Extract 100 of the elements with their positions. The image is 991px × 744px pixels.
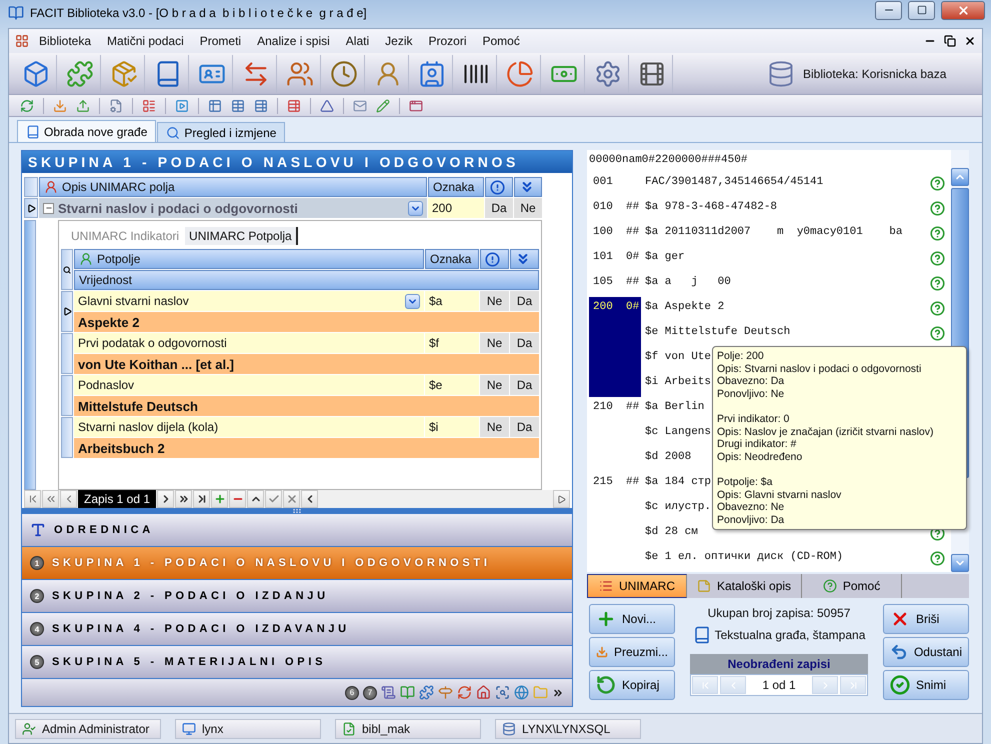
section-header[interactable]: ODREDNICA bbox=[22, 514, 572, 547]
tooltip-line: Opis: Glavni stvarni naslov bbox=[717, 488, 842, 501]
plus-icon bbox=[214, 493, 226, 505]
table-cell: Arbeitsbuch 2 bbox=[74, 438, 539, 458]
dropdown-button[interactable] bbox=[408, 200, 423, 216]
menu-item[interactable]: Prometi bbox=[194, 32, 248, 50]
menu-item[interactable]: Analize i spisi bbox=[251, 32, 336, 50]
minimize-button[interactable] bbox=[875, 0, 902, 20]
check-circle-icon bbox=[890, 675, 910, 695]
column-header[interactable] bbox=[514, 177, 542, 197]
status-item: Admin Administrator bbox=[15, 718, 161, 738]
tooltip-line: Opis: Neodređeno bbox=[717, 450, 804, 463]
close-icon bbox=[964, 35, 976, 47]
nav-button[interactable] bbox=[247, 490, 264, 508]
section-header[interactable]: 5 SKUPINA 5 - MATERIJALNI OPIS bbox=[22, 646, 572, 679]
field-tag: 200 0# bbox=[589, 297, 641, 397]
field-tag: 105 ## bbox=[589, 272, 641, 297]
section-header[interactable]: 4 SKUPINA 4 - PODACI O IZDAVANJU bbox=[22, 613, 572, 646]
scroll-right-button[interactable] bbox=[553, 490, 570, 508]
tab[interactable]: UNIMARC Indikatori bbox=[67, 227, 184, 245]
column-header[interactable] bbox=[480, 249, 509, 269]
subfield-text: $a Aspekte 2 bbox=[645, 301, 724, 313]
contact-card-icon bbox=[418, 60, 446, 88]
signpost-icon bbox=[438, 685, 453, 700]
status-item: bibl_mak bbox=[335, 718, 481, 738]
file-check-icon bbox=[342, 722, 356, 736]
nav-button[interactable] bbox=[193, 490, 210, 508]
menu-item[interactable]: Jezik bbox=[379, 32, 418, 50]
table-cell: Da bbox=[510, 333, 539, 353]
subfield-text: $a 978-3-468-47482-8 bbox=[645, 201, 778, 213]
menu-item[interactable]: Biblioteka bbox=[33, 32, 98, 50]
tab[interactable]: UNIMARC Potpolja bbox=[185, 227, 298, 245]
field-tag: 010 ## bbox=[589, 197, 641, 222]
column-header[interactable]: Vrijednost bbox=[74, 270, 539, 290]
x-icon bbox=[286, 493, 298, 505]
action-button[interactable]: Odustani bbox=[883, 637, 969, 667]
section-header[interactable]: 1 SKUPINA 1 - PODACI O NASLOVU I ODGOVORNOSTI bbox=[22, 547, 572, 580]
tab[interactable]: Pregled i izmjene bbox=[157, 122, 286, 142]
tooltip-line: Polje: 200 bbox=[717, 350, 765, 362]
field-tag: 001 bbox=[589, 172, 641, 197]
number-badge[interactable]: 7 bbox=[363, 686, 377, 700]
app-icon bbox=[15, 34, 29, 48]
puzzle-icon bbox=[419, 685, 434, 700]
action-button[interactable]: Preuzmi... bbox=[589, 637, 675, 667]
scroll-down-button[interactable] bbox=[951, 554, 969, 572]
scroll-up-button[interactable] bbox=[951, 168, 969, 186]
column-header[interactable]: Opis UNIMARC polja bbox=[39, 177, 427, 197]
tab[interactable]: Kataloški opis bbox=[687, 574, 802, 598]
book-icon bbox=[8, 5, 24, 21]
dropdown-button[interactable] bbox=[405, 294, 420, 308]
material-type: Tekstualna građa, štampana bbox=[714, 628, 866, 642]
triangle-icon bbox=[320, 98, 334, 112]
action-button[interactable]: Snimi bbox=[883, 670, 969, 700]
column-header[interactable]: Oznaka bbox=[425, 249, 479, 269]
nav-button[interactable] bbox=[229, 490, 246, 508]
maximize-button[interactable] bbox=[908, 0, 935, 20]
status-item: LYNX\LYNXSQL bbox=[495, 718, 641, 738]
user-check-icon bbox=[22, 722, 36, 736]
box-icon bbox=[22, 60, 50, 88]
tab[interactable]: Obrada nove građe bbox=[17, 120, 156, 142]
column-header[interactable]: Oznaka bbox=[428, 177, 484, 197]
table-cell: Aspekte 2 bbox=[74, 312, 539, 332]
column-header[interactable] bbox=[485, 177, 513, 197]
field-name: Stvarni naslov i podaci o odgovornosti bbox=[58, 200, 298, 216]
table-cell: von Ute Koithan ... [et al.] bbox=[74, 354, 539, 374]
action-button[interactable]: Novi... bbox=[589, 604, 675, 634]
tab[interactable]: UNIMARC bbox=[587, 574, 687, 598]
menu-item[interactable]: Matični podaci bbox=[101, 32, 190, 50]
section-header[interactable]: 2 SKUPINA 2 - PODACI O IZDANJU bbox=[22, 580, 572, 613]
table-cell: Da bbox=[510, 417, 539, 437]
column-header[interactable]: Potpolje bbox=[74, 249, 424, 269]
letters-icon bbox=[30, 522, 46, 538]
table-icon bbox=[208, 98, 222, 112]
help-icon bbox=[930, 251, 945, 266]
status-item: lynx bbox=[175, 718, 321, 738]
collapse-button[interactable] bbox=[43, 202, 54, 214]
field-tag: 101 0# bbox=[589, 247, 641, 272]
menu-item[interactable]: Alati bbox=[340, 32, 376, 50]
action-button[interactable]: Briši bbox=[883, 604, 969, 634]
close-button[interactable] bbox=[941, 0, 985, 20]
tab[interactable]: Pomoć bbox=[802, 574, 902, 598]
column-header[interactable] bbox=[510, 249, 539, 269]
menu-item[interactable]: Prozori bbox=[422, 32, 472, 50]
help-icon bbox=[930, 276, 945, 291]
action-button[interactable]: Kopiraj bbox=[589, 670, 675, 700]
refresh-icon bbox=[20, 98, 34, 112]
note-icon bbox=[697, 579, 711, 593]
table-cell: Da bbox=[485, 198, 513, 218]
nav-button[interactable] bbox=[301, 490, 318, 508]
tooltip-line: Prvi indikator: 0 bbox=[717, 413, 790, 426]
users-icon bbox=[286, 60, 314, 88]
number-badge[interactable]: 6 bbox=[345, 686, 359, 700]
tooltip-line: Ponovljivo: Da bbox=[717, 514, 786, 526]
menu-item[interactable]: Pomoć bbox=[476, 32, 526, 50]
table-cell: Ne bbox=[480, 333, 509, 353]
nav-button[interactable] bbox=[175, 490, 192, 508]
double-right-icon bbox=[178, 493, 190, 505]
window-icon bbox=[409, 98, 423, 112]
nav-button[interactable] bbox=[157, 490, 174, 508]
book-icon bbox=[692, 626, 711, 644]
